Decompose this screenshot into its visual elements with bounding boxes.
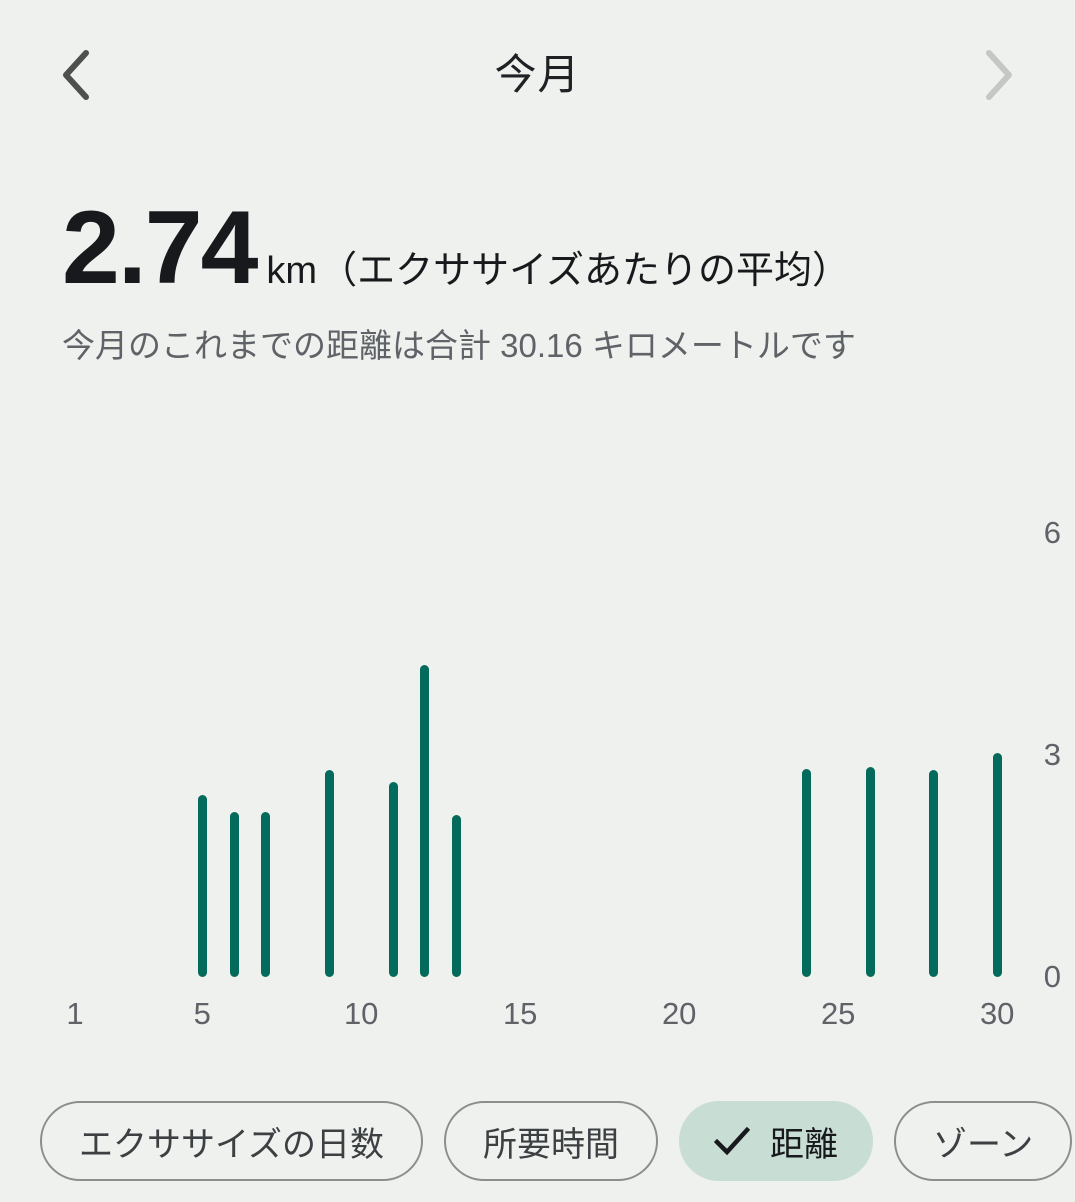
metric-value: 2.74 bbox=[62, 190, 258, 306]
metric-chip-2[interactable]: 距離 bbox=[678, 1101, 873, 1181]
check-icon bbox=[713, 1127, 750, 1155]
x-axis-tick-label: 30 bbox=[979, 996, 1015, 1031]
summary-block: 2.74 km （エクササイズあたりの平均） 今月のこれまでの距離は合計 30.… bbox=[62, 196, 1022, 366]
metric-chip-label: 距離 bbox=[769, 1125, 838, 1164]
metric-chip-0[interactable]: エクササイズの日数 bbox=[40, 1101, 423, 1181]
y-axis-tick-label: 3 bbox=[1043, 737, 1061, 772]
metric-filter-chips: エクササイズの日数 所要時間 距離 ゾーン bbox=[40, 1100, 1073, 1182]
metric-unit: km bbox=[266, 250, 318, 292]
page-title: 今月 bbox=[494, 51, 581, 98]
metric-caption: （エクササイズあたりの平均） bbox=[319, 250, 850, 292]
next-period-button[interactable] bbox=[971, 47, 1027, 103]
chevron-left-icon bbox=[63, 50, 89, 100]
previous-period-button[interactable] bbox=[48, 47, 104, 103]
y-axis-tick-label: 0 bbox=[1043, 959, 1061, 994]
x-axis-tick-label: 25 bbox=[820, 996, 856, 1031]
summary-subtitle: 今月のこれまでの距離は合計 30.16 キロメートルです bbox=[62, 327, 856, 364]
x-axis-tick-label: 15 bbox=[502, 996, 538, 1031]
screen-header: 今月 bbox=[0, 0, 1075, 150]
x-axis-tick-label: 1 bbox=[66, 996, 84, 1031]
chart-bar[interactable] bbox=[929, 769, 939, 977]
chart-bar[interactable] bbox=[229, 811, 239, 977]
distance-bar-chart: 036 1 5 10 15 20 25 30 bbox=[0, 470, 1075, 1050]
chart-bar[interactable] bbox=[992, 752, 1002, 977]
metric-chip-1[interactable]: 所要時間 bbox=[443, 1101, 658, 1181]
metric-chip-label: 所要時間 bbox=[482, 1125, 619, 1164]
x-axis-tick-label: 10 bbox=[343, 996, 379, 1031]
chart-bar[interactable] bbox=[324, 769, 334, 977]
metric-chip-label: ゾーン bbox=[932, 1125, 1034, 1164]
x-axis-tick-label: 5 bbox=[193, 996, 211, 1031]
chart-plot-area: 0 3 6 bbox=[0, 470, 1075, 994]
chart-bar[interactable] bbox=[261, 811, 271, 977]
chart-bar[interactable] bbox=[420, 664, 430, 977]
metric-chip-label: エクササイズの日数 bbox=[79, 1125, 384, 1164]
chart-bar[interactable] bbox=[388, 781, 398, 977]
chart-bar[interactable] bbox=[865, 766, 875, 977]
chart-bar[interactable] bbox=[801, 769, 811, 977]
chart-bar[interactable] bbox=[452, 814, 462, 977]
metric-chip-3[interactable]: ゾーン bbox=[893, 1101, 1073, 1181]
chart-bar[interactable] bbox=[197, 794, 207, 977]
x-axis-tick-label: 20 bbox=[661, 996, 697, 1031]
primary-metric: 2.74 km （エクササイズあたりの平均） bbox=[62, 196, 1022, 300]
chevron-right-icon bbox=[986, 50, 1012, 100]
y-axis-tick-label: 6 bbox=[1043, 515, 1061, 550]
